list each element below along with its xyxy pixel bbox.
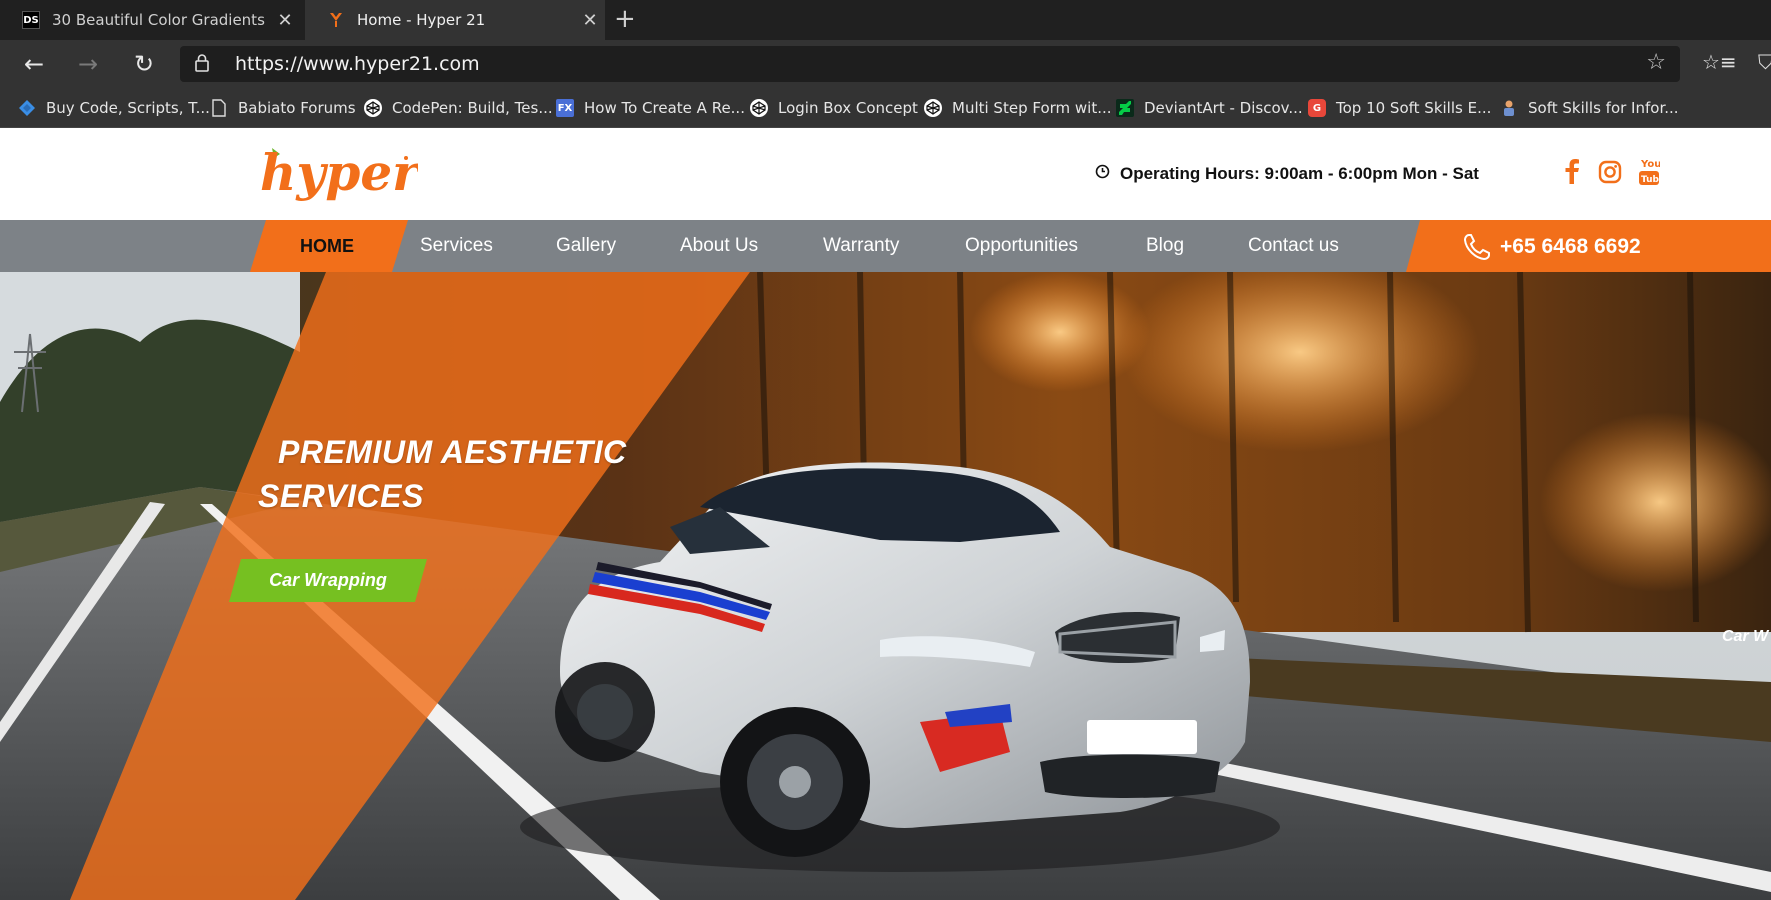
hyper-favicon-icon (327, 11, 345, 29)
bookmark-item[interactable]: DeviantArt - Discov... (1116, 88, 1303, 128)
bookmark-label: CodePen: Build, Tes... (392, 99, 553, 117)
favorites-hub-icon[interactable]: ☆≡ (1702, 50, 1737, 74)
phone-icon (1462, 232, 1492, 266)
facebook-icon[interactable] (1564, 158, 1580, 188)
close-tab-icon[interactable]: ✕ (575, 10, 605, 31)
bookmark-item[interactable]: G Top 10 Soft Skills E... (1308, 88, 1491, 128)
deviantart-icon (1116, 99, 1134, 117)
site-header: hyper Operating Hours: 9:00am - 6:00pm M… (0, 128, 1771, 220)
bookmark-item[interactable]: Multi Step Form wit... (924, 88, 1112, 128)
codecanyon-icon (18, 99, 36, 117)
hero-title-line2: SERVICES (258, 478, 424, 514)
forward-icon[interactable]: → (72, 48, 104, 80)
bookmarks-bar: Buy Code, Scripts, T... Babiato Forums C… (0, 88, 1771, 128)
url-field[interactable]: https://www.hyper21.com ☆ (180, 46, 1680, 82)
tab-bar: DS 30 Beautiful Color Gradients For ✕ Ho… (0, 0, 1771, 40)
instagram-icon[interactable] (1598, 160, 1622, 188)
nav-contact-us[interactable]: Contact us (1248, 220, 1339, 272)
bookmark-item[interactable]: Buy Code, Scripts, T... (18, 88, 210, 128)
nav-services[interactable]: Services (420, 220, 493, 272)
clock-icon (1095, 164, 1110, 184)
back-icon[interactable]: ← (18, 48, 50, 80)
car-wrapping-button[interactable]: Car Wrapping (229, 559, 427, 602)
bookmark-label: Buy Code, Scripts, T... (46, 99, 210, 117)
tab-hyper[interactable]: Home - Hyper 21 ✕ (305, 0, 605, 40)
main-nav: HOME Services Gallery About Us Warranty … (0, 220, 1771, 272)
extension-icon[interactable]: ⛉ (1758, 50, 1771, 74)
next-slide-caption: Car W (1722, 628, 1769, 645)
youtube-icon[interactable]: You Tube (1638, 156, 1665, 190)
hero-slider: PREMIUM AESTHETIC SERVICES Car Wrapping … (0, 272, 1771, 900)
bookmark-label: Babiato Forums (238, 99, 356, 117)
svg-text:Tube: Tube (1641, 175, 1660, 185)
g-icon: G (1308, 99, 1326, 117)
bookmark-label: Soft Skills for Infor... (1528, 99, 1679, 117)
nav-blog[interactable]: Blog (1146, 220, 1184, 272)
phone-number[interactable]: +65 6468 6692 (1500, 220, 1641, 272)
tab-gradients[interactable]: DS 30 Beautiful Color Gradients For ✕ (0, 0, 300, 40)
bookmark-label: Multi Step Form wit... (952, 99, 1112, 117)
codepen-icon (924, 99, 942, 117)
url-text[interactable]: https://www.hyper21.com (235, 53, 480, 75)
nav-gallery[interactable]: Gallery (556, 220, 616, 272)
bookmark-item[interactable]: FX How To Create A Re... (556, 88, 745, 128)
bookmark-item[interactable]: CodePen: Build, Tes... (364, 88, 553, 128)
tab-title: Home - Hyper 21 (357, 11, 486, 29)
web-page: hyper Operating Hours: 9:00am - 6:00pm M… (0, 128, 1771, 900)
codepen-icon (750, 99, 768, 117)
svg-text:hyper: hyper (260, 143, 418, 202)
new-tab-icon[interactable]: + (614, 4, 636, 34)
fx-icon: FX (556, 99, 574, 117)
address-bar: ← → ↻ https://www.hyper21.com ☆ ☆≡ ⛉ (0, 40, 1771, 88)
bookmark-label: Top 10 Soft Skills E... (1336, 99, 1492, 117)
page-icon (210, 99, 228, 117)
favorite-star-icon[interactable]: ☆ (1646, 50, 1666, 75)
tab-title: 30 Beautiful Color Gradients For (52, 11, 270, 29)
refresh-icon[interactable]: ↻ (128, 48, 160, 80)
nav-opportunities[interactable]: Opportunities (965, 220, 1078, 272)
softskills-icon (1500, 99, 1518, 117)
bookmark-label: DeviantArt - Discov... (1144, 99, 1303, 117)
svg-text:You: You (1640, 159, 1660, 170)
hours-text: Operating Hours: 9:00am - 6:00pm Mon - S… (1120, 164, 1479, 183)
hero-title-line1: PREMIUM AESTHETIC (278, 434, 627, 470)
hyper-logo[interactable]: hyper (258, 142, 422, 212)
lock-icon[interactable] (194, 53, 210, 77)
nav-home[interactable]: HOME (300, 220, 354, 272)
bookmark-item[interactable]: Soft Skills for Infor... (1500, 88, 1679, 128)
bookmark-item[interactable]: Babiato Forums (210, 88, 356, 128)
bookmark-label: Login Box Concept (778, 99, 918, 117)
close-tab-icon[interactable]: ✕ (270, 10, 300, 31)
nav-about-us[interactable]: About Us (680, 220, 758, 272)
nav-warranty[interactable]: Warranty (823, 220, 899, 272)
codepen-icon (364, 99, 382, 117)
bookmark-item[interactable]: Login Box Concept (750, 88, 918, 128)
operating-hours: Operating Hours: 9:00am - 6:00pm Mon - S… (1095, 164, 1479, 184)
ds-favicon-icon: DS (22, 11, 40, 29)
bookmark-label: How To Create A Re... (584, 99, 745, 117)
